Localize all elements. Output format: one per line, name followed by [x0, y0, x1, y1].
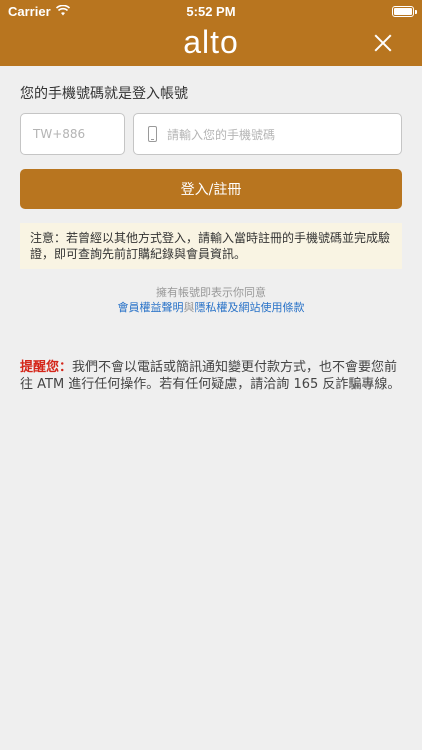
status-bar: Carrier 5:52 PM [0, 0, 422, 22]
login-title: 您的手機號碼就是登入帳號 [20, 86, 188, 102]
status-left: Carrier [8, 4, 70, 19]
battery-icon [392, 5, 417, 17]
app-header: Carrier 5:52 PM alto [0, 0, 422, 66]
close-button[interactable] [372, 32, 394, 54]
fraud-warning: 提醒您：我們不會以電話或簡訊通知變更付款方式，也不會要您前往 ATM 進行任何操… [20, 359, 402, 393]
phone-input-row: TW+886 請輸入您的手機號碼 [20, 113, 402, 155]
agreement-connector: 與 [183, 301, 195, 314]
warning-label: 提醒您： [20, 360, 73, 375]
member-rights-link[interactable]: 會員權益聲明 [118, 301, 184, 314]
login-content: 您的手機號碼就是登入帳號 TW+886 請輸入您的手機號碼 登入/註冊 注意：若… [0, 83, 422, 393]
wifi-icon [55, 4, 70, 19]
carrier-label: Carrier [8, 3, 51, 19]
agreement-links: 會員權益聲明與隱私權及網站使用條款 [20, 300, 402, 315]
mobile-phone-icon [148, 126, 157, 142]
notice-box: 注意：若曾經以其他方式登入，請輸入當時註冊的手機號碼並完成驗證，即可查詢先前訂購… [20, 223, 402, 269]
country-code-field[interactable]: TW+886 [20, 113, 125, 155]
agreement-section: 擁有帳號即表示你同意 會員權益聲明與隱私權及網站使用條款 [20, 285, 402, 315]
login-register-button[interactable]: 登入/註冊 [20, 169, 402, 209]
app-logo: alto [183, 24, 239, 60]
country-code-placeholder: TW+886 [33, 127, 86, 141]
agreement-prefix: 擁有帳號即表示你同意 [156, 286, 266, 299]
phone-number-field[interactable]: 請輸入您的手機號碼 [133, 113, 402, 155]
warning-text: 我們不會以電話或簡訊通知變更付款方式，也不會要您前往 ATM 進行任何操作。若有… [20, 360, 401, 392]
privacy-terms-link[interactable]: 隱私權及網站使用條款 [195, 301, 305, 314]
phone-number-placeholder: 請輸入您的手機號碼 [167, 127, 276, 142]
